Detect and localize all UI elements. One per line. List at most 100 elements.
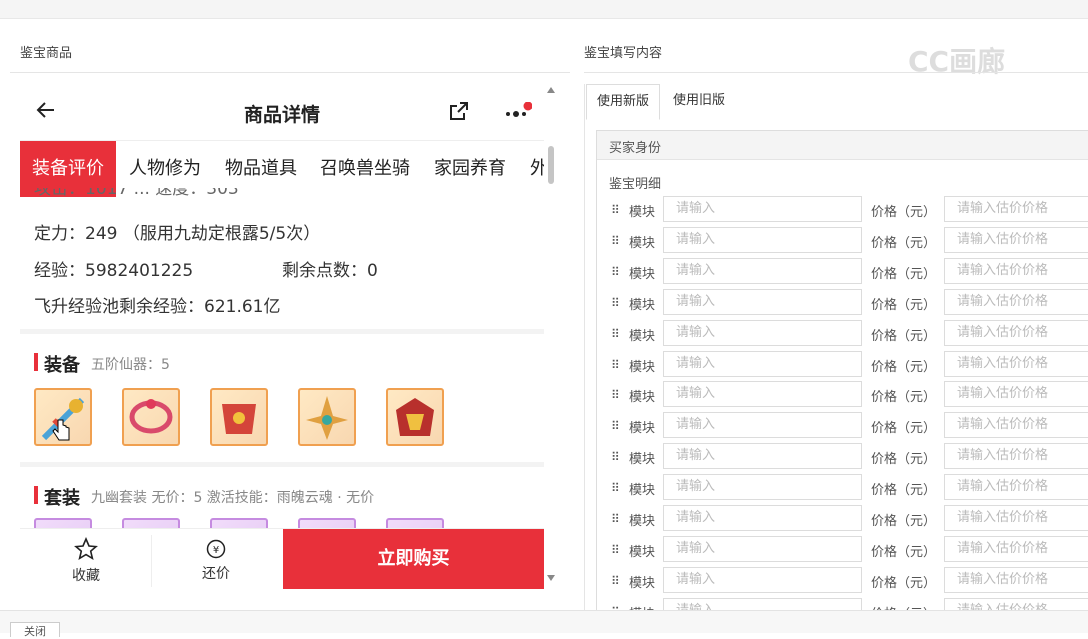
buy-now-button[interactable]: 立即购买 [283, 529, 544, 589]
divider [151, 535, 152, 587]
price-label: 价格（元） [871, 205, 937, 220]
module-label: 模块 [629, 544, 656, 560]
module-label: 模块 [629, 390, 656, 406]
module-label: 模块 [629, 328, 656, 344]
section-gap [20, 329, 544, 334]
buyer-identity-row: 买家身份 [597, 131, 1088, 160]
price-input[interactable]: 请输入估价价格 [944, 412, 1088, 439]
section-gap [20, 462, 544, 467]
ascend-exp-text: 飞升经验池剩余经验：621.61亿 [34, 297, 281, 317]
module-input[interactable]: 请输入 [663, 381, 862, 408]
module-input[interactable]: 请输入 [663, 226, 862, 253]
drag-handle-icon[interactable]: ⠿ [611, 296, 620, 310]
module-input[interactable]: 请输入 [663, 350, 862, 377]
share-icon[interactable] [448, 100, 470, 126]
detail-row: ⠿ 模块请输入价格（元） 请输入估价价格 [597, 195, 1088, 226]
detail-row: ⠿ 模块请输入价格（元） 请输入估价价格 [597, 380, 1088, 411]
price-input[interactable]: 请输入估价价格 [944, 196, 1088, 222]
drag-handle-icon[interactable]: ⠿ [611, 543, 620, 557]
tab-home[interactable]: 家园养育 [434, 141, 506, 197]
price-input[interactable]: 请输入估价价格 [944, 474, 1088, 501]
product-detail-panel: 商品详情 装备评价 人物修为 物品道具 召唤兽坐骑 家园养育 外 攻击：1017… [20, 84, 544, 616]
drag-handle-icon[interactable]: ⠿ [611, 358, 620, 372]
right-section-title: 鉴宝填写内容 [584, 46, 663, 61]
price-input[interactable]: 请输入估价价格 [944, 257, 1088, 284]
tab-more[interactable]: 外 [530, 141, 544, 197]
price-input[interactable]: 请输入估价价格 [944, 535, 1088, 562]
tab-new-version[interactable]: 使用新版 [586, 84, 661, 120]
divider [584, 72, 1088, 73]
module-input[interactable]: 请输入 [663, 443, 862, 470]
drag-handle-icon[interactable]: ⠿ [611, 512, 620, 526]
module-label: 模块 [629, 235, 656, 251]
bottom-action-bar: 收藏 ¥ 还价 立即购买 [20, 528, 544, 616]
price-label: 价格（元） [871, 421, 937, 437]
bargain-button[interactable]: 还价 [186, 563, 246, 583]
section-marker [34, 353, 38, 371]
footer-bar [0, 610, 1088, 633]
tab-summons[interactable]: 召唤兽坐骑 [320, 141, 410, 197]
module-input[interactable]: 请输入 [663, 566, 862, 593]
price-label: 价格（元） [871, 297, 937, 313]
price-label: 价格（元） [871, 544, 937, 560]
partial-stat-line: 攻击：1017 ... 速度：303 [34, 188, 239, 196]
drag-handle-icon[interactable]: ⠿ [611, 203, 620, 217]
left-section-title: 鉴宝商品 [20, 46, 73, 61]
price-input[interactable]: 请输入估价价格 [944, 319, 1088, 346]
equipment-item[interactable] [210, 388, 268, 446]
favorite-button[interactable]: 收藏 [56, 565, 116, 585]
equipment-item[interactable] [122, 388, 180, 446]
price-input[interactable]: 请输入估价价格 [944, 443, 1088, 470]
yuan-icon[interactable]: ¥ [206, 539, 226, 563]
price-input[interactable]: 请输入估价价格 [944, 350, 1088, 377]
drag-handle-icon[interactable]: ⠿ [611, 327, 620, 341]
drag-handle-icon[interactable]: ⠿ [611, 234, 620, 248]
module-label: 模块 [629, 266, 656, 282]
module-label: 模块 [629, 205, 656, 220]
buyer-identity-label: 买家身份 [609, 141, 662, 156]
module-input[interactable]: 请输入 [663, 288, 862, 315]
drag-handle-icon[interactable]: ⠿ [611, 419, 620, 433]
drag-handle-icon[interactable]: ⠿ [611, 450, 620, 464]
module-label: 模块 [629, 452, 656, 468]
module-input[interactable]: 请输入 [663, 474, 862, 501]
module-input[interactable]: 请输入 [663, 196, 862, 222]
price-label: 价格（元） [871, 235, 937, 251]
tab-old-version[interactable]: 使用旧版 [663, 84, 735, 118]
exp-text: 经验：5982401225 [34, 261, 194, 281]
module-input[interactable]: 请输入 [663, 412, 862, 439]
equipment-item[interactable] [386, 388, 444, 446]
equipment-item[interactable] [298, 388, 356, 446]
detail-row: ⠿ 模块请输入价格（元） 请输入估价价格 [597, 411, 1088, 442]
drag-handle-icon[interactable]: ⠿ [611, 481, 620, 495]
module-label: 模块 [629, 359, 656, 375]
appraisal-form: 买家身份 鉴宝明细 ⠿ 模块 请输入 价格（元） 请输入估价价格 ⠿ 模块 请输入 价格（元）请… [596, 130, 1088, 612]
price-label: 价格（元） [871, 575, 937, 591]
module-label: 模块 [629, 575, 656, 591]
detail-row: ⠿ 模块请输入价格（元） 请输入估价价格 [597, 535, 1088, 566]
price-input[interactable]: 请输入估价价格 [944, 288, 1088, 315]
drag-handle-icon[interactable]: ⠿ [611, 574, 620, 588]
detail-row: ⠿ 模块请输入价格（元） 请输入估价价格 [597, 288, 1088, 319]
detail-label: 鉴宝明细 [609, 177, 662, 192]
svg-text:¥: ¥ [213, 545, 219, 556]
detail-row: ⠿ 模块请输入价格（元） 请输入估价价格 [597, 257, 1088, 288]
price-input[interactable]: 请输入估价价格 [944, 505, 1088, 531]
price-label: 价格（元） [871, 483, 937, 499]
close-button[interactable]: 关闭 [10, 622, 60, 638]
module-input[interactable]: 请输入 [663, 257, 862, 284]
equipment-heading: 装备 [44, 355, 80, 376]
module-label: 模块 [629, 421, 656, 437]
price-input[interactable]: 请输入估价价格 [944, 566, 1088, 593]
panel-divider [584, 84, 585, 610]
star-icon[interactable] [74, 536, 98, 565]
scrollbar[interactable] [545, 84, 557, 584]
price-input[interactable]: 请输入估价价格 [944, 226, 1088, 253]
drag-handle-icon[interactable]: ⠿ [611, 265, 620, 279]
price-input[interactable]: 请输入估价价格 [944, 381, 1088, 408]
module-input[interactable]: 请输入 [663, 535, 862, 562]
module-input[interactable]: 请输入 [663, 505, 862, 531]
module-input[interactable]: 请输入 [663, 319, 862, 346]
drag-handle-icon[interactable]: ⠿ [611, 388, 620, 402]
more-icon[interactable] [502, 101, 533, 126]
